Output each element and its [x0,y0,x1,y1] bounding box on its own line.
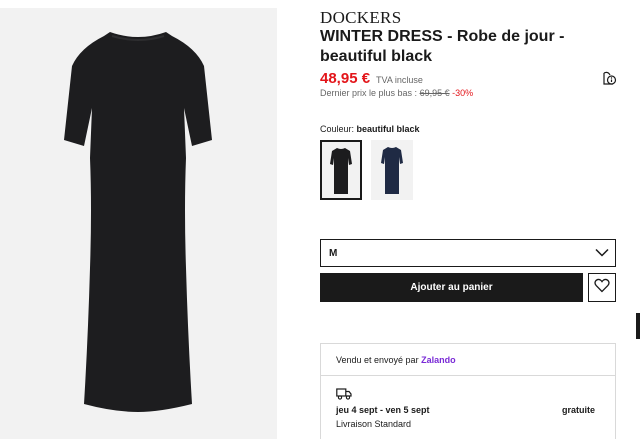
delivery-dates: jeu 4 sept - ven 5 sept [336,405,430,415]
add-to-cart-button[interactable]: Ajouter au panier [320,273,583,302]
size-value: M [329,247,338,259]
tva-label: TVA incluse [376,75,423,85]
scrollbar-thumb[interactable] [636,313,640,339]
product-title: WINTER DRESS - Robe de jour - beautiful … [320,28,565,65]
price-row: 48,95 € TVA incluse [320,70,423,87]
size-select[interactable]: M [320,239,616,267]
seller-prefix: Vendu et envoyé par [336,355,419,365]
delivery-box: Vendu et envoyé par Zalando jeu 4 sept -… [320,343,616,439]
brand-name[interactable]: DOCKERS [320,8,401,28]
last-price-info: Dernier prix le plus bas : 69,95 € -30% [320,88,473,98]
price: 48,95 € [320,70,371,87]
chevron-down-icon [595,244,609,262]
seller-info: Vendu et envoyé par Zalando [336,355,456,365]
delivery-price: gratuite [561,405,595,415]
discount-badge: -30% [452,88,474,98]
color-label-prefix: Couleur: [320,124,355,134]
color-label: Couleur: beautiful black [320,124,420,134]
truck-icon [336,387,352,405]
last-price-old: 69,95 € [419,88,450,98]
wishlist-button[interactable] [588,273,616,302]
heart-icon [594,278,610,298]
color-swatch-navy[interactable] [371,140,413,200]
divider [321,375,615,376]
info-icon[interactable] [601,70,617,86]
delivery-method: Livraison Standard [336,419,412,429]
color-swatch-black[interactable] [320,140,362,200]
dress-image [64,32,212,412]
product-image[interactable] [0,8,277,439]
color-selected-name: beautiful black [356,124,420,134]
last-price-label: Dernier prix le plus bas : [320,88,418,98]
seller-link[interactable]: Zalando [421,355,456,365]
